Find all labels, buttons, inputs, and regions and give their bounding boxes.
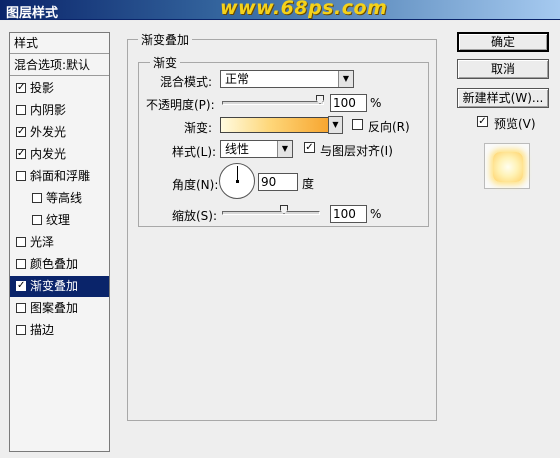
chevron-down-icon[interactable]: ▼ [338, 71, 353, 87]
scale-slider[interactable] [222, 211, 320, 215]
style-item-label: 内发光 [30, 147, 67, 161]
satin-checkbox[interactable] [16, 237, 26, 247]
chevron-down-icon[interactable]: ▼ [277, 141, 292, 157]
style-list: 样式 混合选项:默认 ✓ 投影 内阴影 ✓ 外发光 ✓ 内发光 斜面和浮雕 等高… [9, 32, 110, 452]
style-item-label: 渐变叠加 [30, 279, 79, 293]
gradient-dropdown[interactable]: ▼ [328, 116, 343, 134]
style-item-label: 投影 [30, 81, 55, 95]
style-item-inner-shadow[interactable]: 内阴影 [10, 100, 109, 121]
opacity-label: 不透明度(P): [146, 98, 215, 112]
angle-unit: 度 [302, 177, 315, 191]
style-item-drop-shadow[interactable]: ✓ 投影 [10, 78, 109, 99]
scale-label: 缩放(S): [172, 209, 218, 223]
gradient-picker[interactable] [220, 117, 330, 133]
opacity-slider[interactable] [222, 101, 324, 105]
angle-input[interactable]: 90 [258, 173, 298, 191]
angle-center-dot [236, 180, 239, 183]
style-item-label: 外发光 [30, 125, 67, 139]
color-overlay-checkbox[interactable] [16, 259, 26, 269]
style-item-satin[interactable]: 光泽 [10, 232, 109, 253]
preview-label: 预览(V) [494, 117, 536, 131]
scale-unit: % [370, 207, 382, 221]
style-item-label: 图案叠加 [30, 301, 79, 315]
style-item-label: 等高线 [46, 191, 83, 205]
angle-label: 角度(N): [172, 178, 219, 192]
title-bar: 图层样式 www.68ps.com [0, 0, 560, 21]
pattern-overlay-checkbox[interactable] [16, 303, 26, 313]
style-label: 样式(L): [172, 145, 217, 159]
preview-glow-swatch [493, 152, 523, 182]
blend-mode-value: 正常 [225, 72, 250, 86]
gradient-style-value: 线性 [225, 142, 250, 156]
align-with-layer-label: 与图层对齐(I) [320, 144, 393, 158]
style-item-inner-glow[interactable]: ✓ 内发光 [10, 144, 109, 165]
dialog-content: 样式 混合选项:默认 ✓ 投影 内阴影 ✓ 外发光 ✓ 内发光 斜面和浮雕 等高… [0, 21, 560, 458]
blend-options-label: 混合选项:默认 [14, 58, 91, 72]
gradient-style-select[interactable]: 线性 ▼ [220, 140, 293, 158]
reverse-label: 反向(R) [368, 120, 410, 134]
inner-shadow-checkbox[interactable] [16, 105, 26, 115]
gradient-overlay-group-title: 渐变叠加 [138, 31, 193, 48]
ok-button[interactable]: 确定 [457, 32, 549, 52]
new-style-button[interactable]: 新建样式(W)... [457, 88, 549, 108]
outer-glow-checkbox[interactable]: ✓ [16, 127, 26, 137]
style-item-contour[interactable]: 等高线 [10, 188, 109, 209]
contour-checkbox[interactable] [32, 193, 42, 203]
style-item-pattern-overlay[interactable]: 图案叠加 [10, 298, 109, 319]
opacity-input[interactable]: 100 [330, 94, 367, 112]
style-item-label: 内阴影 [30, 103, 67, 117]
angle-dial[interactable] [219, 163, 255, 199]
blend-mode-select[interactable]: 正常 ▼ [220, 70, 354, 88]
stroke-checkbox[interactable] [16, 325, 26, 335]
style-item-label: 光泽 [30, 235, 55, 249]
style-item-label: 颜色叠加 [30, 257, 79, 271]
style-item-label: 纹理 [46, 213, 71, 227]
scale-input[interactable]: 100 [330, 205, 367, 223]
chevron-down-icon[interactable]: ▼ [329, 117, 342, 133]
blend-mode-label: 混合模式: [160, 75, 213, 89]
style-item-bevel-emboss[interactable]: 斜面和浮雕 [10, 166, 109, 187]
bevel-emboss-checkbox[interactable] [16, 171, 26, 181]
style-item-outer-glow[interactable]: ✓ 外发光 [10, 122, 109, 143]
style-list-header-label: 样式 [14, 36, 39, 50]
style-list-header[interactable]: 样式 [10, 33, 109, 54]
inner-glow-checkbox[interactable]: ✓ [16, 149, 26, 159]
drop-shadow-checkbox[interactable]: ✓ [16, 83, 26, 93]
style-item-stroke[interactable]: 描边 [10, 320, 109, 341]
watermark: www.68ps.com [220, 0, 388, 19]
cancel-button[interactable]: 取消 [457, 59, 549, 79]
style-preview-thumbnail [484, 143, 530, 189]
gradient-overlay-checkbox[interactable]: ✓ [16, 281, 26, 291]
style-item-label: 描边 [30, 323, 55, 337]
reverse-checkbox[interactable] [352, 119, 363, 130]
texture-checkbox[interactable] [32, 215, 42, 225]
opacity-unit: % [370, 96, 382, 110]
gradient-label: 渐变: [184, 121, 213, 135]
style-item-texture[interactable]: 纹理 [10, 210, 109, 231]
style-item-label: 斜面和浮雕 [30, 169, 91, 183]
style-item-color-overlay[interactable]: 颜色叠加 [10, 254, 109, 275]
align-with-layer-checkbox[interactable]: ✓ [304, 142, 315, 153]
style-item-gradient-overlay[interactable]: ✓ 渐变叠加 [10, 276, 109, 297]
window-title: 图层样式 [6, 6, 59, 21]
blend-options-item[interactable]: 混合选项:默认 [10, 55, 109, 76]
gradient-subgroup-title: 渐变 [150, 54, 181, 71]
preview-checkbox[interactable]: ✓ [477, 116, 488, 127]
